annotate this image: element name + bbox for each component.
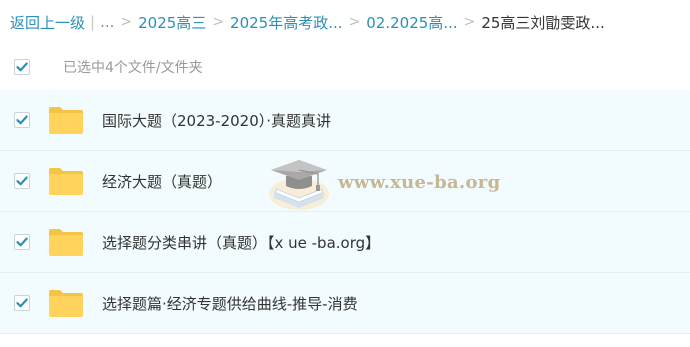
item-checkbox[interactable] bbox=[14, 112, 30, 128]
breadcrumb-separator: > bbox=[463, 14, 476, 30]
breadcrumb-item[interactable]: 2025高三 bbox=[138, 12, 206, 33]
item-checkbox[interactable] bbox=[14, 234, 30, 250]
breadcrumb-separator: > bbox=[348, 14, 361, 30]
breadcrumb-separator: > bbox=[120, 14, 133, 30]
breadcrumb-divider: | bbox=[90, 13, 96, 31]
file-list: 国际大题（2023-2020）·真题真讲 经济大题（真题） 选择题分类串讲（真题… bbox=[0, 90, 690, 334]
breadcrumb-separator: > bbox=[212, 14, 225, 30]
file-browser: 返回上一级 | ... > 2025高三 > 2025年高考政... > 02.… bbox=[0, 0, 690, 347]
checkmark-icon bbox=[16, 298, 28, 308]
file-name[interactable]: 国际大题（2023-2020）·真题真讲 bbox=[102, 110, 331, 131]
breadcrumb: 返回上一级 | ... > 2025高三 > 2025年高考政... > 02.… bbox=[10, 8, 605, 36]
checkmark-icon bbox=[16, 115, 28, 125]
selection-status: 已选中4个文件/文件夹 bbox=[63, 60, 203, 76]
file-name[interactable]: 选择题分类串讲（真题）【x ue -ba.org】 bbox=[102, 232, 380, 253]
breadcrumb-current: 25高三刘勖雯政... bbox=[481, 13, 605, 32]
checkmark-icon bbox=[16, 176, 28, 186]
select-all-row: 已选中4个文件/文件夹 bbox=[0, 48, 690, 86]
folder-icon bbox=[49, 289, 83, 317]
list-item[interactable]: 国际大题（2023-2020）·真题真讲 bbox=[0, 90, 690, 151]
select-all-checkbox[interactable] bbox=[14, 59, 30, 75]
list-item[interactable]: 经济大题（真题） bbox=[0, 151, 690, 212]
list-item[interactable]: 选择题篇·经济专题供给曲线-推导-消费 bbox=[0, 273, 690, 334]
breadcrumb-item[interactable]: 02.2025高... bbox=[366, 12, 457, 33]
list-item[interactable]: 选择题分类串讲（真题）【x ue -ba.org】 bbox=[0, 212, 690, 273]
folder-icon bbox=[49, 106, 83, 134]
breadcrumb-item[interactable]: 2025年高考政... bbox=[230, 12, 342, 33]
folder-icon bbox=[49, 228, 83, 256]
item-checkbox[interactable] bbox=[14, 295, 30, 311]
item-checkbox[interactable] bbox=[14, 173, 30, 189]
checkmark-icon bbox=[16, 237, 28, 247]
breadcrumb-ellipsis[interactable]: ... bbox=[100, 13, 114, 31]
file-name[interactable]: 经济大题（真题） bbox=[102, 171, 222, 192]
file-name[interactable]: 选择题篇·经济专题供给曲线-推导-消费 bbox=[102, 293, 358, 314]
folder-icon bbox=[49, 167, 83, 195]
back-link[interactable]: 返回上一级 bbox=[10, 12, 85, 33]
checkmark-icon bbox=[16, 62, 28, 72]
